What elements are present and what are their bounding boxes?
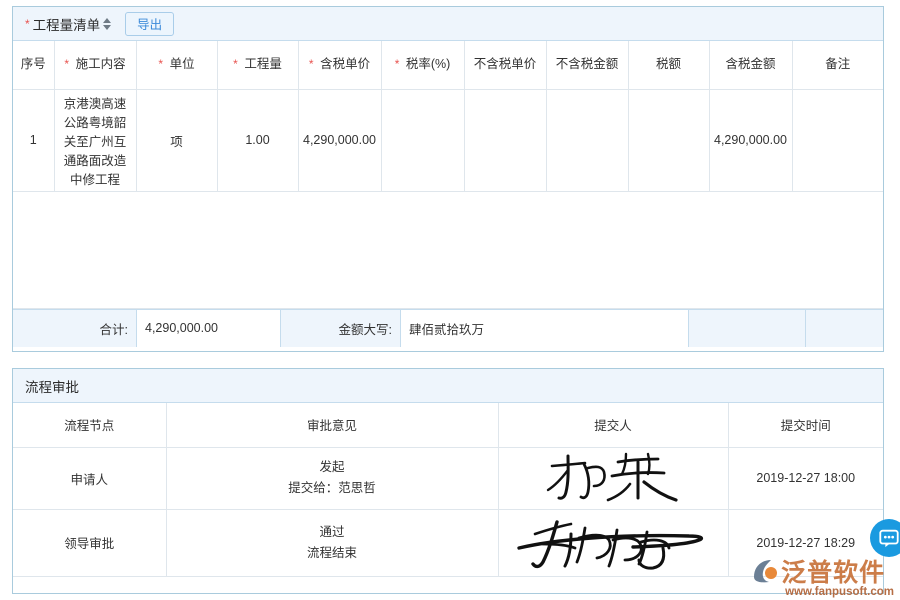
chat-widget-button[interactable]	[870, 519, 900, 557]
signature-fan-sizhe-icon	[513, 514, 713, 572]
column-header-label: 备注	[825, 57, 850, 71]
column-header-seq[interactable]: 序号	[13, 41, 54, 89]
cell-flow-node: 领导审批	[13, 509, 166, 576]
cell-quantity[interactable]: 1.00	[217, 89, 298, 191]
cell-submitter-signature	[498, 447, 728, 509]
column-header-label: 税率(%)	[406, 57, 450, 71]
column-header-quantity[interactable]: * 工程量	[217, 41, 298, 89]
column-header-label: 施工内容	[76, 57, 126, 71]
sort-toggle-icon[interactable]	[103, 18, 111, 30]
table-row[interactable]: 1 京港澳高速公路粤境韶关至广州互通路面改造中修工程 项 1.00 4,290,…	[13, 89, 883, 191]
column-header-submit-time: 提交时间	[728, 403, 883, 447]
table-row: 申请人 发起 提交给：范思哲	[13, 447, 883, 509]
signature-ke-ying-icon	[538, 452, 688, 504]
required-asterisk-icon: *	[25, 18, 30, 30]
column-header-remark[interactable]: 备注	[792, 41, 883, 89]
boq-panel-header: * 工程量清单 导出	[13, 7, 883, 41]
column-header-tax-unit-price[interactable]: * 含税单价	[298, 41, 381, 89]
cell-seq: 1	[13, 89, 54, 191]
boq-panel: * 工程量清单 导出 序号 * 施工内	[12, 6, 884, 352]
summary-capital-value: 肆佰贰拾玖万	[401, 310, 689, 347]
column-header-content[interactable]: * 施工内容	[54, 41, 136, 89]
summary-total-value: 4,290,000.00	[137, 310, 281, 347]
cell-remark[interactable]	[792, 89, 883, 191]
column-header-taxed-amount[interactable]: 含税金额	[709, 41, 792, 89]
opinion-line-action: 通过	[173, 522, 492, 543]
column-header-label: 含税金额	[725, 57, 775, 71]
cell-tax-rate[interactable]	[381, 89, 464, 191]
boq-table-header-row: 序号 * 施工内容 * 单位 * 工程量 *	[13, 41, 883, 89]
column-header-tax-rate[interactable]: * 税率(%)	[381, 41, 464, 89]
opinion-line-target: 提交给：范思哲	[173, 478, 492, 499]
column-header-untaxed-unit-price[interactable]: 不含税单价	[464, 41, 546, 89]
boq-summary-row: 合计: 4,290,000.00 金额大写: 肆佰贰拾玖万	[13, 309, 883, 347]
summary-capital-label: 金额大写:	[281, 310, 401, 347]
cell-submit-time: 2019-12-27 18:00	[728, 447, 883, 509]
column-header-label: 序号	[21, 57, 46, 71]
cell-submitter-signature	[498, 509, 728, 576]
column-header-label: 不含税单价	[474, 57, 537, 71]
flow-table-header-row: 流程节点 审批意见 提交人 提交时间	[13, 403, 883, 447]
column-header-tax-amount[interactable]: 税额	[628, 41, 709, 89]
cell-unit[interactable]: 项	[136, 89, 217, 191]
cell-tax-unit-price[interactable]: 4,290,000.00	[298, 89, 381, 191]
boq-empty-area	[13, 192, 883, 309]
required-asterisk-icon: *	[158, 57, 163, 71]
cell-flow-node: 申请人	[13, 447, 166, 509]
cell-content[interactable]: 京港澳高速公路粤境韶关至广州互通路面改造中修工程	[54, 89, 136, 191]
flow-approval-table: 流程节点 审批意见 提交人 提交时间 申请人 发起 提交给：范思哲	[13, 403, 883, 577]
cell-taxed-amount[interactable]: 4,290,000.00	[709, 89, 792, 191]
column-header-label: 税额	[656, 57, 681, 71]
required-asterisk-icon: *	[309, 57, 314, 71]
column-header-label: 含税单价	[320, 57, 370, 71]
flow-approval-panel: 流程审批 流程节点 审批意见 提交人 提交时间 申请人 发起	[12, 368, 884, 594]
cell-submit-time: 2019-12-27 18:29	[728, 509, 883, 576]
column-header-submitter: 提交人	[498, 403, 728, 447]
required-asterisk-icon: *	[64, 57, 69, 71]
column-header-label: 不含税金额	[556, 57, 619, 71]
column-header-unit[interactable]: * 单位	[136, 41, 217, 89]
summary-blank-cell-1	[689, 310, 806, 347]
boq-table: 序号 * 施工内容 * 单位 * 工程量 *	[13, 41, 883, 192]
cell-approval-opinion: 发起 提交给：范思哲	[166, 447, 498, 509]
column-header-approval-opinion: 审批意见	[166, 403, 498, 447]
cell-tax-amount[interactable]	[628, 89, 709, 191]
chat-bubble-icon	[878, 527, 900, 549]
column-header-untaxed-amount[interactable]: 不含税金额	[546, 41, 628, 89]
flow-panel-title: 流程审批	[25, 376, 79, 396]
boq-panel-title: 工程量清单	[33, 14, 101, 34]
required-asterisk-icon: *	[233, 57, 238, 71]
column-header-label: 工程量	[244, 57, 282, 71]
table-row: 领导审批 通过 流程结束	[13, 509, 883, 576]
required-asterisk-icon: *	[395, 57, 400, 71]
opinion-line-action: 发起	[173, 457, 492, 478]
summary-blank-cell-2	[806, 310, 883, 347]
opinion-line-status: 流程结束	[173, 543, 492, 564]
flow-panel-header: 流程审批	[13, 369, 883, 403]
export-button[interactable]: 导出	[125, 12, 174, 36]
page-root: * 工程量清单 导出 序号 * 施工内	[0, 0, 900, 600]
column-header-label: 单位	[170, 57, 195, 71]
cell-untaxed-amount[interactable]	[546, 89, 628, 191]
summary-total-label: 合计:	[13, 310, 137, 347]
column-header-flow-node: 流程节点	[13, 403, 166, 447]
cell-untaxed-unit-price[interactable]	[464, 89, 546, 191]
cell-approval-opinion: 通过 流程结束	[166, 509, 498, 576]
